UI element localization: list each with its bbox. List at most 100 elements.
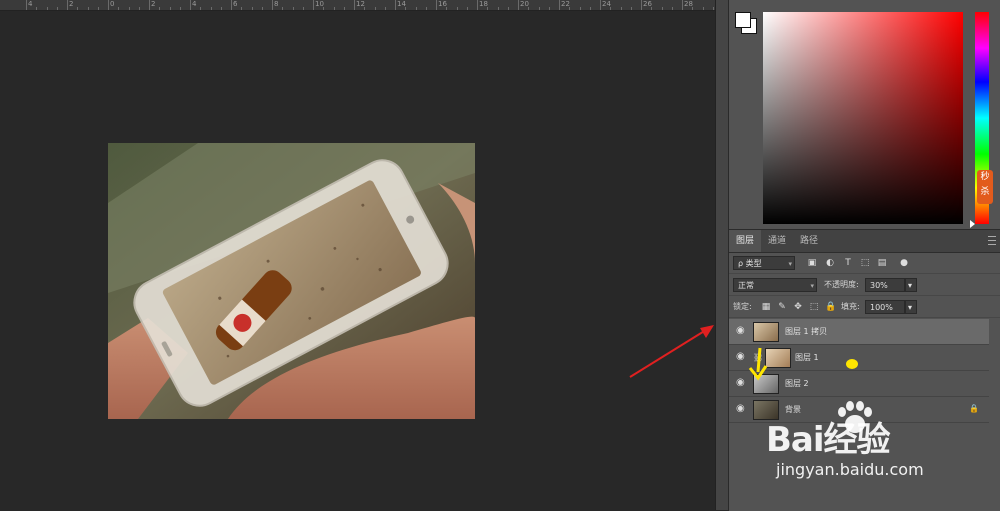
ruler-minor-tick <box>579 7 581 10</box>
ruler-minor-tick <box>333 7 335 10</box>
ruler-label: 6 <box>233 0 238 8</box>
ruler-minor-tick <box>620 7 622 10</box>
ruler-tick <box>190 0 191 10</box>
layer-name[interactable]: 图层 1 拷贝 <box>785 319 827 344</box>
layer-row[interactable]: ◉ 图层 1 拷贝 <box>729 319 989 345</box>
filter-toggle-icon[interactable]: ● <box>899 258 909 268</box>
ruler-minor-tick <box>651 7 653 10</box>
color-picker-panel: 秒杀 <box>729 0 1000 228</box>
eye-icon[interactable]: ◉ <box>736 326 746 336</box>
ruler-minor-tick <box>169 7 171 10</box>
blend-mode-select[interactable]: 正常 ▾ <box>733 278 817 292</box>
ruler-label: 0 <box>110 0 115 8</box>
filter-pixel-icon[interactable]: ▣ <box>807 258 817 268</box>
ruler-minor-tick <box>702 7 704 10</box>
lock-row: 锁定: ▦ ✎ ✥ ⬚ 🔒 填充: 100% ▾ <box>729 297 1000 318</box>
ruler-tick <box>395 0 396 10</box>
ruler-minor-tick <box>374 7 376 10</box>
composite-photo <box>108 143 475 419</box>
promo-badge[interactable]: 秒杀 <box>977 170 993 204</box>
ruler-tick <box>682 0 683 10</box>
saturation-brightness-field[interactable] <box>763 12 963 224</box>
tab-paths[interactable]: 路径 <box>793 230 825 252</box>
tab-channels[interactable]: 通道 <box>761 230 793 252</box>
filter-search-icon: ρ <box>738 259 744 268</box>
eye-icon[interactable]: ◉ <box>736 404 746 414</box>
filter-type-icon[interactable]: T <box>843 258 853 268</box>
layer-filter-row: ρ 类型 ▾ ▣ ◐ T ⬚ ▤ ● <box>729 253 1000 274</box>
tab-layers[interactable]: 图层 <box>729 230 762 252</box>
ruler-minor-tick <box>251 7 253 10</box>
ruler-minor-tick <box>610 7 612 10</box>
ruler-minor-tick <box>528 7 530 10</box>
ruler-minor-tick <box>630 7 632 10</box>
layer-name[interactable]: 图层 1 <box>795 345 819 370</box>
opacity-input[interactable]: 30% <box>865 278 905 292</box>
ruler-minor-tick <box>456 7 458 10</box>
ruler-minor-tick <box>241 7 243 10</box>
eye-icon[interactable]: ◉ <box>736 352 746 362</box>
filter-smart-icon[interactable]: ▤ <box>877 258 887 268</box>
ruler-tick <box>477 0 478 10</box>
ruler-tick <box>231 0 232 10</box>
ruler-tick <box>149 0 150 10</box>
filter-type-label: 类型 <box>745 259 762 268</box>
ruler-tick <box>641 0 642 10</box>
ruler-minor-tick <box>712 7 714 10</box>
ruler-label: 2 <box>151 0 156 8</box>
blend-mode-value: 正常 <box>738 281 754 290</box>
ruler-minor-tick <box>446 7 448 10</box>
layer-row[interactable]: ◉ ⛓ 图层 1 <box>729 345 989 371</box>
ruler-minor-tick <box>343 7 345 10</box>
lock-image-icon[interactable]: ✎ <box>777 302 787 312</box>
lock-artboard-icon[interactable]: ⬚ <box>809 302 819 312</box>
lock-all-icon[interactable]: 🔒 <box>825 302 836 312</box>
chevron-down-icon: ▾ <box>908 303 913 312</box>
fill-dropdown-button[interactable]: ▾ <box>905 300 917 314</box>
ruler-minor-tick <box>138 7 140 10</box>
watermark-brand: Bai经验 <box>766 420 891 460</box>
hue-marker-icon[interactable] <box>970 220 975 228</box>
layer-name[interactable]: 图层 2 <box>785 371 809 396</box>
ruler-minor-tick <box>661 7 663 10</box>
ruler-tick <box>518 0 519 10</box>
link-icon: ⛓ <box>753 353 764 362</box>
ruler-minor-tick <box>364 7 366 10</box>
ruler-minor-tick <box>497 7 499 10</box>
opacity-dropdown-button[interactable]: ▾ <box>905 278 917 292</box>
filter-shape-icon[interactable]: ⬚ <box>860 258 870 268</box>
ruler-minor-tick <box>548 7 550 10</box>
filter-adjust-icon[interactable]: ◐ <box>825 258 835 268</box>
opacity-label: 不透明度: <box>824 280 859 289</box>
ruler-tick <box>26 0 27 10</box>
fill-input[interactable]: 100% <box>865 300 905 314</box>
ruler-minor-tick <box>282 7 284 10</box>
lock-label: 锁定: <box>733 302 752 311</box>
ruler-minor-tick <box>210 7 212 10</box>
eye-icon[interactable]: ◉ <box>736 378 746 388</box>
ruler-minor-tick <box>159 7 161 10</box>
ruler-minor-tick <box>36 7 38 10</box>
panel-menu-icon[interactable] <box>988 236 996 245</box>
opacity-value: 30% <box>870 281 888 290</box>
ruler-tick <box>272 0 273 10</box>
ruler-label: 2 <box>69 0 74 8</box>
horizontal-ruler: 4 2 0 2 4 6 8 10 12 14 16 18 20 22 24 26 28 <box>0 0 715 11</box>
ruler-minor-tick <box>405 7 407 10</box>
ruler-tick <box>436 0 437 10</box>
panel-collapse-strip[interactable] <box>715 0 729 510</box>
ruler-minor-tick <box>56 7 58 10</box>
layer-row[interactable]: ◉ 图层 2 <box>729 371 989 397</box>
foreground-color-swatch[interactable] <box>735 12 751 28</box>
lock-position-icon[interactable]: ✥ <box>793 302 803 312</box>
canvas-area[interactable] <box>0 11 715 510</box>
lock-transparent-icon[interactable]: ▦ <box>761 302 771 312</box>
ruler-minor-tick <box>220 7 222 10</box>
ruler-minor-tick <box>466 7 468 10</box>
ruler-minor-tick <box>425 7 427 10</box>
ruler-tick <box>354 0 355 10</box>
filter-type-select[interactable]: ρ 类型 ▾ <box>733 256 795 270</box>
fill-label: 填充: <box>841 302 860 311</box>
ruler-minor-tick <box>692 7 694 10</box>
canvas-image[interactable] <box>108 143 475 419</box>
